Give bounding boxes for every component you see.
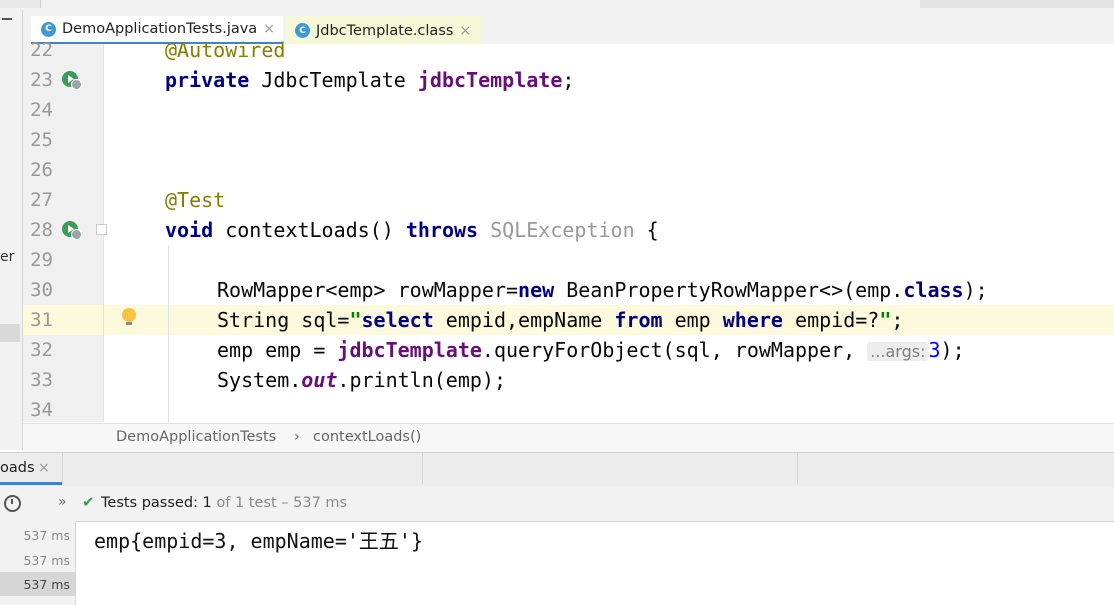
code-line-33: System.out.println(emp);: [217, 368, 506, 392]
line-number: 29: [30, 249, 53, 271]
code-line-30: RowMapper<emp> rowMapper=new BeanPropert…: [217, 278, 988, 302]
test-duration[interactable]: 537 ms: [0, 577, 70, 592]
line-number: 23: [30, 69, 53, 91]
code-line-32: emp emp = jdbcTemplate.queryForObject(sq…: [217, 338, 965, 362]
parameter-hint: ...args:: [867, 342, 929, 361]
line-number: 27: [30, 189, 53, 211]
minimize-icon[interactable]: [2, 18, 12, 20]
console-output: emp{empid=3, empName='王五'}: [94, 529, 423, 553]
line-number: 34: [30, 399, 53, 421]
breadcrumb: DemoApplicationTests › contextLoads(): [23, 423, 1114, 453]
indent-guide: [168, 245, 169, 422]
line-number: 31: [30, 309, 53, 331]
panel-selection-strip: [0, 324, 20, 342]
close-icon[interactable]: ×: [38, 460, 50, 476]
run-test-gutter-icon[interactable]: [62, 221, 82, 240]
class-icon: C: [295, 23, 310, 38]
line-number: 22: [30, 39, 53, 61]
test-status: Tests passed: 1 of 1 test – 537 ms: [101, 495, 348, 511]
breadcrumb-method[interactable]: contextLoads(): [313, 429, 421, 445]
run-gutter-icon[interactable]: [62, 71, 82, 90]
code-line-28: void contextLoads() throws SQLException …: [165, 218, 659, 242]
line-number: 33: [30, 369, 53, 391]
run-tab-bar: [0, 452, 1114, 486]
tab-label: JdbcTemplate.class: [316, 22, 454, 39]
line-number: 30: [30, 279, 53, 301]
line-number: 32: [30, 339, 53, 361]
run-tab-indicator: [0, 482, 62, 485]
project-panel-edge: [0, 10, 23, 450]
panel-edge-text: er: [0, 249, 15, 265]
close-icon[interactable]: ×: [263, 21, 275, 37]
test-duration[interactable]: 537 ms: [0, 553, 70, 568]
tab-jdbc-template[interactable]: C JdbcTemplate.class ×: [285, 16, 481, 45]
line-number: 26: [30, 159, 53, 181]
clock-icon[interactable]: [4, 495, 21, 512]
breadcrumb-separator: ›: [294, 429, 300, 445]
run-toolbar: » ✔ Tests passed: 1 of 1 test – 537 ms: [0, 486, 1114, 522]
line-number: 28: [30, 219, 53, 241]
code-line-23: private JdbcTemplate jdbcTemplate;: [165, 68, 575, 92]
run-tab-label: oads: [0, 460, 35, 476]
line-number: 25: [30, 129, 53, 151]
code-line-31: String sql="select empid,empName from em…: [217, 308, 904, 332]
code-line-27: @Test: [165, 188, 226, 212]
code-line-22: @Autowired: [165, 38, 286, 62]
run-tab[interactable]: oads ×: [0, 452, 62, 485]
chevron-right-icon[interactable]: »: [58, 494, 67, 510]
lightbulb-icon[interactable]: [122, 308, 136, 325]
line-number: 24: [30, 99, 53, 121]
test-duration[interactable]: 537 ms: [0, 528, 70, 543]
check-icon: ✔: [82, 493, 95, 511]
class-icon: C: [41, 21, 56, 37]
breadcrumb-class[interactable]: DemoApplicationTests: [116, 429, 276, 445]
tab-label: DemoApplicationTests.java: [62, 21, 258, 37]
close-icon[interactable]: ×: [459, 23, 471, 39]
fold-icon[interactable]: [96, 224, 107, 235]
